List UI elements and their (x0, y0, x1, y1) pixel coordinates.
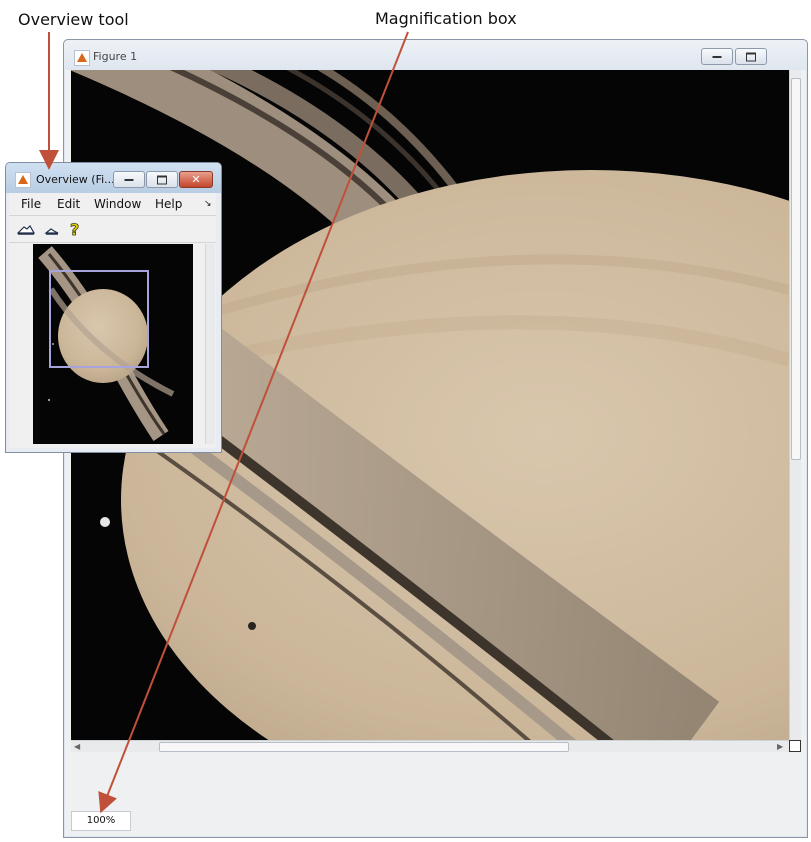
overview-panel (9, 243, 216, 448)
minimize-icon (712, 55, 722, 58)
close-button[interactable]: ✕ (179, 171, 213, 188)
maximize-icon (746, 52, 756, 61)
zoom-out-icon[interactable] (43, 220, 61, 238)
menu-dock-icon[interactable]: ↘ (204, 199, 212, 209)
svg-text:?: ? (70, 220, 79, 238)
zoom-in-icon[interactable] (16, 220, 36, 238)
maximize-button[interactable] (735, 48, 767, 65)
maximize-icon (157, 175, 167, 184)
scroll-right-icon[interactable]: ▶ (777, 741, 783, 752)
close-icon: ✕ (191, 172, 201, 186)
menu-file[interactable]: File (21, 197, 41, 211)
overview-image[interactable] (33, 244, 193, 444)
magnification-box-callout: Magnification box (375, 9, 517, 28)
maximize-button[interactable] (146, 171, 178, 188)
figure-titlebar[interactable]: Figure 1 (64, 40, 807, 70)
scroll-left-icon[interactable]: ◀ (74, 741, 80, 752)
figure-title: Figure 1 (93, 50, 138, 63)
matlab-icon (74, 50, 90, 66)
vertical-scrollbar[interactable] (789, 70, 801, 740)
menu-window[interactable]: Window (94, 197, 141, 211)
menu-help[interactable]: Help (155, 197, 182, 211)
overview-title: Overview (Fi... (36, 173, 115, 186)
detail-rectangle[interactable] (49, 270, 149, 368)
horizontal-scroll-thumb[interactable] (159, 742, 569, 752)
toolbar: ? (9, 216, 216, 243)
matlab-icon (15, 172, 31, 188)
horizontal-scrollbar[interactable]: ◀ ▶ (71, 740, 789, 752)
menu-edit[interactable]: Edit (57, 197, 80, 211)
vertical-scroll-thumb[interactable] (791, 78, 801, 460)
minimize-button[interactable] (113, 171, 145, 188)
magnification-box: 100% (71, 811, 131, 831)
overview-titlebar[interactable]: Overview (Fi... ✕ (6, 163, 221, 193)
overview-window: Overview (Fi... ✕ File Edit Window Help … (5, 162, 222, 453)
minimize-button[interactable] (701, 48, 733, 65)
overview-scrollbar[interactable] (205, 244, 215, 444)
overview-tool-callout: Overview tool (18, 10, 129, 29)
help-icon[interactable]: ? (67, 220, 85, 240)
minimize-icon (124, 178, 134, 181)
scrollbar-corner (789, 740, 801, 752)
menu-bar: File Edit Window Help ↘ (9, 193, 216, 216)
